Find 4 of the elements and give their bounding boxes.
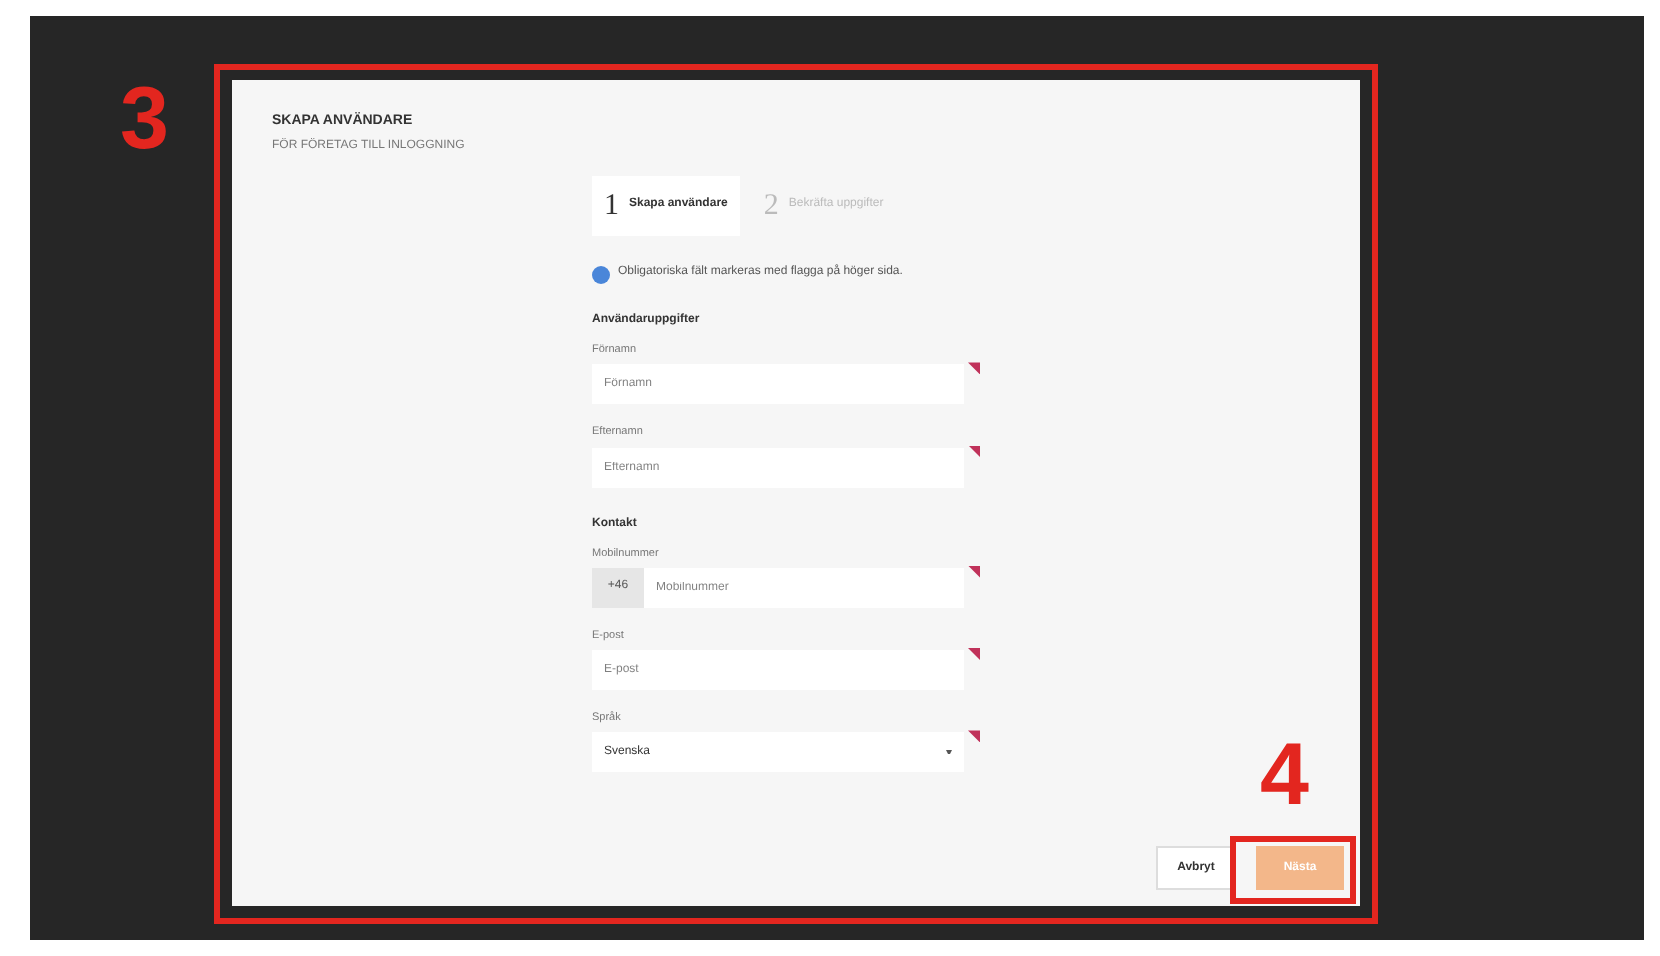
annotation-number: 3 <box>120 72 169 168</box>
info-icon <box>592 266 610 284</box>
annotation-number: 4 <box>1260 728 1309 824</box>
caret-icon <box>946 750 952 755</box>
